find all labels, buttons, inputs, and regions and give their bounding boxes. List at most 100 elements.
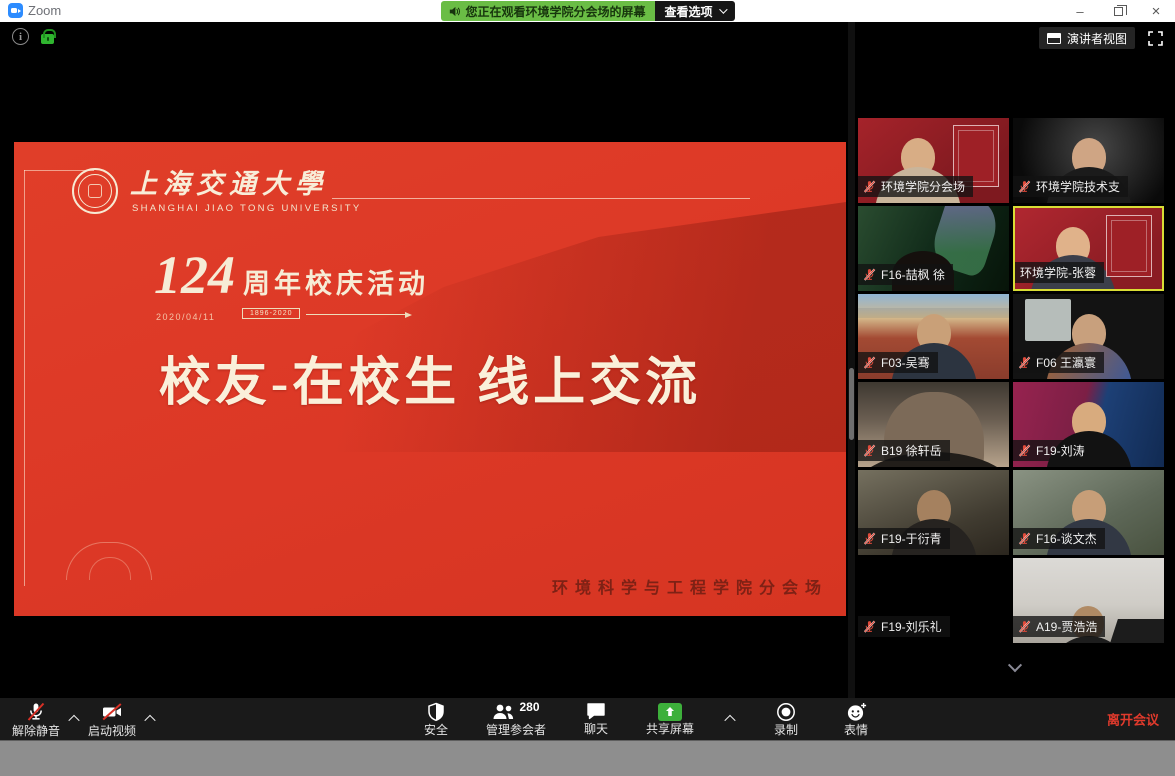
- scrollbar-thumb[interactable]: [849, 368, 854, 440]
- anniversary-heading: 124 周年校庆活动: [154, 244, 429, 306]
- mic-muted-icon: [1018, 620, 1031, 633]
- anniversary-suffix: 周年校庆活动: [243, 269, 429, 299]
- silhouette-torso: [1046, 636, 1132, 643]
- sjtu-seal-logo: [72, 168, 118, 214]
- participant-tile[interactable]: 环境学院-张蓉: [1013, 206, 1164, 291]
- anniversary-badge: 1896-2020: [242, 308, 300, 319]
- mic-muted-icon: [863, 180, 876, 193]
- university-name-cn: 上海交通大學: [130, 162, 328, 201]
- participant-tile[interactable]: 环境学院技术支: [1013, 118, 1164, 203]
- reactions-button[interactable]: 表情: [832, 702, 880, 737]
- title-bar: Zoom 您正在观看环境学院分会场的屏幕 查看选项 – ×: [0, 0, 1175, 22]
- participants-icon: [492, 702, 516, 721]
- info-icon[interactable]: i: [12, 28, 29, 45]
- participant-name: F19-刘乐礼: [881, 618, 942, 635]
- mic-muted-icon: [863, 268, 876, 281]
- restore-button[interactable]: [1099, 0, 1137, 22]
- participant-name-label: F19-刘乐礼: [858, 616, 950, 637]
- security-button[interactable]: 安全: [412, 702, 460, 737]
- mic-options-caret[interactable]: [64, 698, 84, 740]
- presentation-slide: 上海交通大學 SHANGHAI JIAO TONG UNIVERSITY 124…: [14, 142, 846, 616]
- participant-name: F16-谈文杰: [1036, 530, 1097, 547]
- screen-watch-banner: 您正在观看环境学院分会场的屏幕: [440, 1, 654, 21]
- toolbar-left-group: 解除静音 启动视频: [8, 698, 160, 740]
- participant-grid: 环境学院分会场 环境学院技术支: [858, 118, 1165, 643]
- chevron-down-icon: [719, 5, 727, 13]
- participant-name: F03-吴骞: [881, 354, 930, 371]
- chevron-up-icon: [68, 715, 79, 726]
- chat-icon: [586, 702, 606, 721]
- chevron-up-icon: [724, 715, 735, 726]
- speaker-view-icon: [1047, 33, 1061, 44]
- fullscreen-button[interactable]: [1144, 27, 1166, 49]
- participant-tile[interactable]: F19-刘涛: [1013, 382, 1164, 467]
- mic-muted-icon: [1018, 180, 1031, 193]
- participant-tile[interactable]: F03-吴骞: [858, 294, 1009, 379]
- university-name-en: SHANGHAI JIAO TONG UNIVERSITY: [132, 203, 361, 214]
- participants-sidebar: 演讲者视图 环境学院分会场: [855, 22, 1175, 698]
- mic-muted-icon: [863, 356, 876, 369]
- chevron-down-icon: [1008, 658, 1022, 672]
- gate-outline-decoration: [66, 542, 152, 580]
- participant-tile[interactable]: B19 徐轩岳: [858, 382, 1009, 467]
- participant-name: 环境学院分会场: [881, 178, 965, 195]
- participant-name: F19-刘涛: [1036, 442, 1085, 459]
- smiley-plus-icon: [846, 702, 867, 722]
- meeting-toolbar: 解除静音 启动视频 安全: [0, 698, 1175, 740]
- participant-tile[interactable]: 环境学院分会场: [858, 118, 1009, 203]
- lock-icon[interactable]: [41, 34, 54, 44]
- participant-name: B19 徐轩岳: [881, 442, 942, 459]
- participant-name-label: F19-于衍青: [858, 528, 950, 549]
- view-options-button[interactable]: 查看选项: [655, 1, 735, 21]
- participant-name: 环境学院技术支: [1036, 178, 1120, 195]
- more-participants-button[interactable]: [1002, 660, 1028, 676]
- anniversary-date: 2020/04/11: [156, 312, 215, 322]
- share-screen-icon: [658, 703, 682, 721]
- leave-meeting-button[interactable]: 离开会议: [1107, 710, 1159, 729]
- participant-name: 环境学院-张蓉: [1020, 264, 1096, 281]
- participant-tile[interactable]: F06 王瀛寰: [1013, 294, 1164, 379]
- mic-muted-icon: [1018, 356, 1031, 369]
- shared-screen-stage: i 上海交通大學 SHANGHAI JIAO TONG UNIVERSITY 1…: [0, 22, 848, 698]
- participant-name-label: F19-刘涛: [1013, 440, 1093, 461]
- speaker-icon: [447, 5, 460, 18]
- close-button[interactable]: ×: [1137, 0, 1175, 22]
- anniversary-number: 124: [154, 245, 235, 305]
- share-screen-button[interactable]: 共享屏幕: [642, 703, 698, 736]
- participant-tile[interactable]: F16-谈文杰: [1013, 470, 1164, 555]
- unmute-button[interactable]: 解除静音: [8, 701, 64, 738]
- start-video-button[interactable]: 启动视频: [84, 701, 140, 738]
- share-options-caret[interactable]: [720, 698, 740, 740]
- participant-name-label: F16-谈文杰: [1013, 528, 1105, 549]
- stage-topbar: i: [12, 28, 54, 45]
- record-button[interactable]: 录制: [762, 702, 810, 737]
- chat-button[interactable]: 聊天: [572, 702, 620, 736]
- participant-name-label: F06 王瀛寰: [1013, 352, 1104, 373]
- participant-tile[interactable]: F19-于衍青: [858, 470, 1009, 555]
- participant-name: F16-喆枫 徐: [881, 266, 945, 283]
- shield-icon: [426, 702, 446, 722]
- participant-tile[interactable]: F19-刘乐礼: [858, 558, 1009, 643]
- toolbar-center-group: 安全 280 管理参会者 聊天: [412, 698, 880, 740]
- app-name: Zoom: [28, 3, 61, 18]
- participant-tile[interactable]: A19-贾浩浩: [1013, 558, 1164, 643]
- manage-participants-button[interactable]: 280 管理参会者: [482, 702, 550, 737]
- sidebar-scrollbar: [848, 22, 855, 698]
- zoom-camera-icon: [8, 3, 23, 18]
- minimize-button[interactable]: –: [1061, 0, 1099, 22]
- participant-name-label: F16-喆枫 徐: [858, 264, 953, 285]
- chevron-up-icon: [144, 715, 155, 726]
- slide-footer-text: 环境科学与工程学院分会场: [552, 574, 828, 598]
- speaker-view-button[interactable]: 演讲者视图: [1039, 27, 1135, 49]
- participant-tile[interactable]: F16-喆枫 徐: [858, 206, 1009, 291]
- restore-icon: [1114, 7, 1123, 16]
- participant-name-label: 环境学院分会场: [858, 176, 973, 197]
- screen-watch-banner-group: 您正在观看环境学院分会场的屏幕 查看选项: [440, 1, 734, 21]
- participant-name-label: B19 徐轩岳: [858, 440, 950, 461]
- slide-main-title: 校友-在校生 线上交流: [14, 340, 846, 415]
- slide-header-line: [332, 198, 750, 199]
- mic-muted-icon: [25, 701, 47, 723]
- video-options-caret[interactable]: [140, 698, 160, 740]
- participant-name: F06 王瀛寰: [1036, 354, 1096, 371]
- participant-name-label: F03-吴骞: [858, 352, 938, 373]
